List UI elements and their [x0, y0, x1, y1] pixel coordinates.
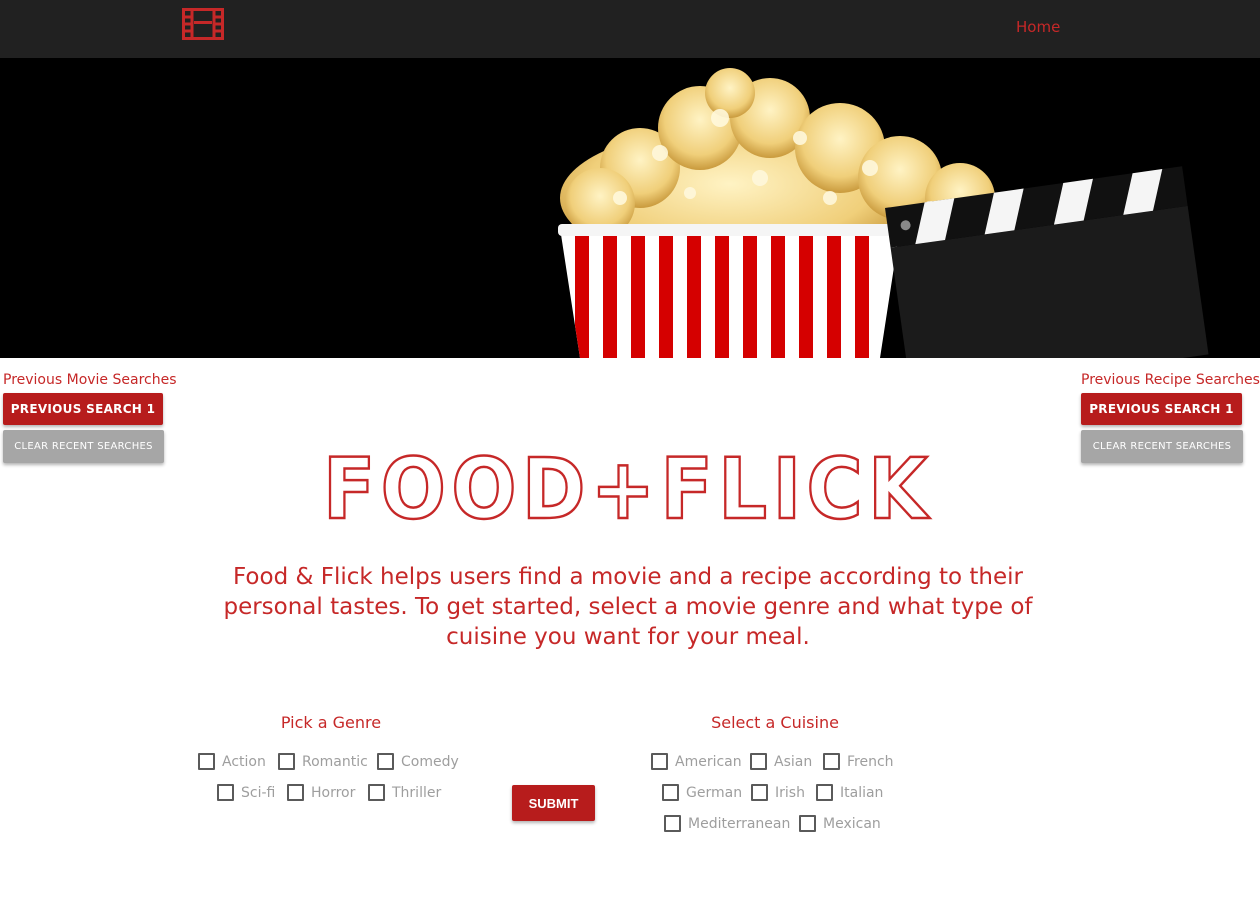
- checkbox-box[interactable]: [750, 753, 767, 770]
- svg-text:FOOD+FLICK: FOOD+FLICK: [323, 446, 933, 528]
- genre-thriller-checkbox[interactable]: Thriller: [368, 784, 441, 801]
- cuisine-italian-checkbox[interactable]: Italian: [816, 784, 883, 801]
- select-cuisine-title: Select a Cuisine: [711, 713, 839, 732]
- pick-genre-title: Pick a Genre: [280, 713, 382, 732]
- clear-movie-searches-button[interactable]: CLEAR RECENT SEARCHES: [3, 430, 164, 463]
- genre-scifi-checkbox[interactable]: Sci-fi: [217, 784, 275, 801]
- cuisine-asian-checkbox[interactable]: Asian: [750, 753, 812, 770]
- checkbox-box[interactable]: [377, 753, 394, 770]
- checkbox-box[interactable]: [198, 753, 215, 770]
- checkbox-box[interactable]: [278, 753, 295, 770]
- top-navbar: Home: [0, 0, 1260, 58]
- previous-movie-searches-title: Previous Movie Searches: [3, 372, 177, 388]
- checkbox-box[interactable]: [662, 784, 679, 801]
- previous-movie-search-1-button[interactable]: PREVIOUS SEARCH 1: [3, 393, 163, 425]
- hero-banner-image: [0, 58, 1260, 358]
- checkbox-box[interactable]: [287, 784, 304, 801]
- film-strip-icon[interactable]: [182, 8, 224, 40]
- nav-home-link[interactable]: Home: [1016, 18, 1060, 36]
- previous-recipe-searches-title: Previous Recipe Searches: [1081, 372, 1260, 388]
- genre-horror-checkbox[interactable]: Horror: [287, 784, 355, 801]
- brand-title-logo: FOOD+FLICK: [322, 446, 933, 528]
- submit-button[interactable]: SUBMIT: [512, 785, 595, 821]
- checkbox-box[interactable]: [651, 753, 668, 770]
- cuisine-irish-checkbox[interactable]: Irish: [751, 784, 805, 801]
- cuisine-german-checkbox[interactable]: German: [662, 784, 742, 801]
- previous-recipe-search-1-button[interactable]: PREVIOUS SEARCH 1: [1081, 393, 1242, 425]
- cuisine-mexican-checkbox[interactable]: Mexican: [799, 815, 881, 832]
- cuisine-american-checkbox[interactable]: American: [651, 753, 742, 770]
- genre-comedy-checkbox[interactable]: Comedy: [377, 753, 459, 770]
- genre-romantic-checkbox[interactable]: Romantic: [278, 753, 368, 770]
- cuisine-french-checkbox[interactable]: French: [823, 753, 894, 770]
- intro-description: Food & Flick helps users find a movie an…: [223, 564, 1033, 650]
- checkbox-box[interactable]: [816, 784, 833, 801]
- clear-recipe-searches-button[interactable]: CLEAR RECENT SEARCHES: [1081, 430, 1243, 463]
- genre-action-checkbox[interactable]: Action: [198, 753, 266, 770]
- checkbox-box[interactable]: [664, 815, 681, 832]
- checkbox-box[interactable]: [799, 815, 816, 832]
- checkbox-box[interactable]: [751, 784, 768, 801]
- checkbox-box[interactable]: [823, 753, 840, 770]
- checkbox-box[interactable]: [217, 784, 234, 801]
- cuisine-mediterranean-checkbox[interactable]: Mediterranean: [664, 815, 790, 832]
- checkbox-box[interactable]: [368, 784, 385, 801]
